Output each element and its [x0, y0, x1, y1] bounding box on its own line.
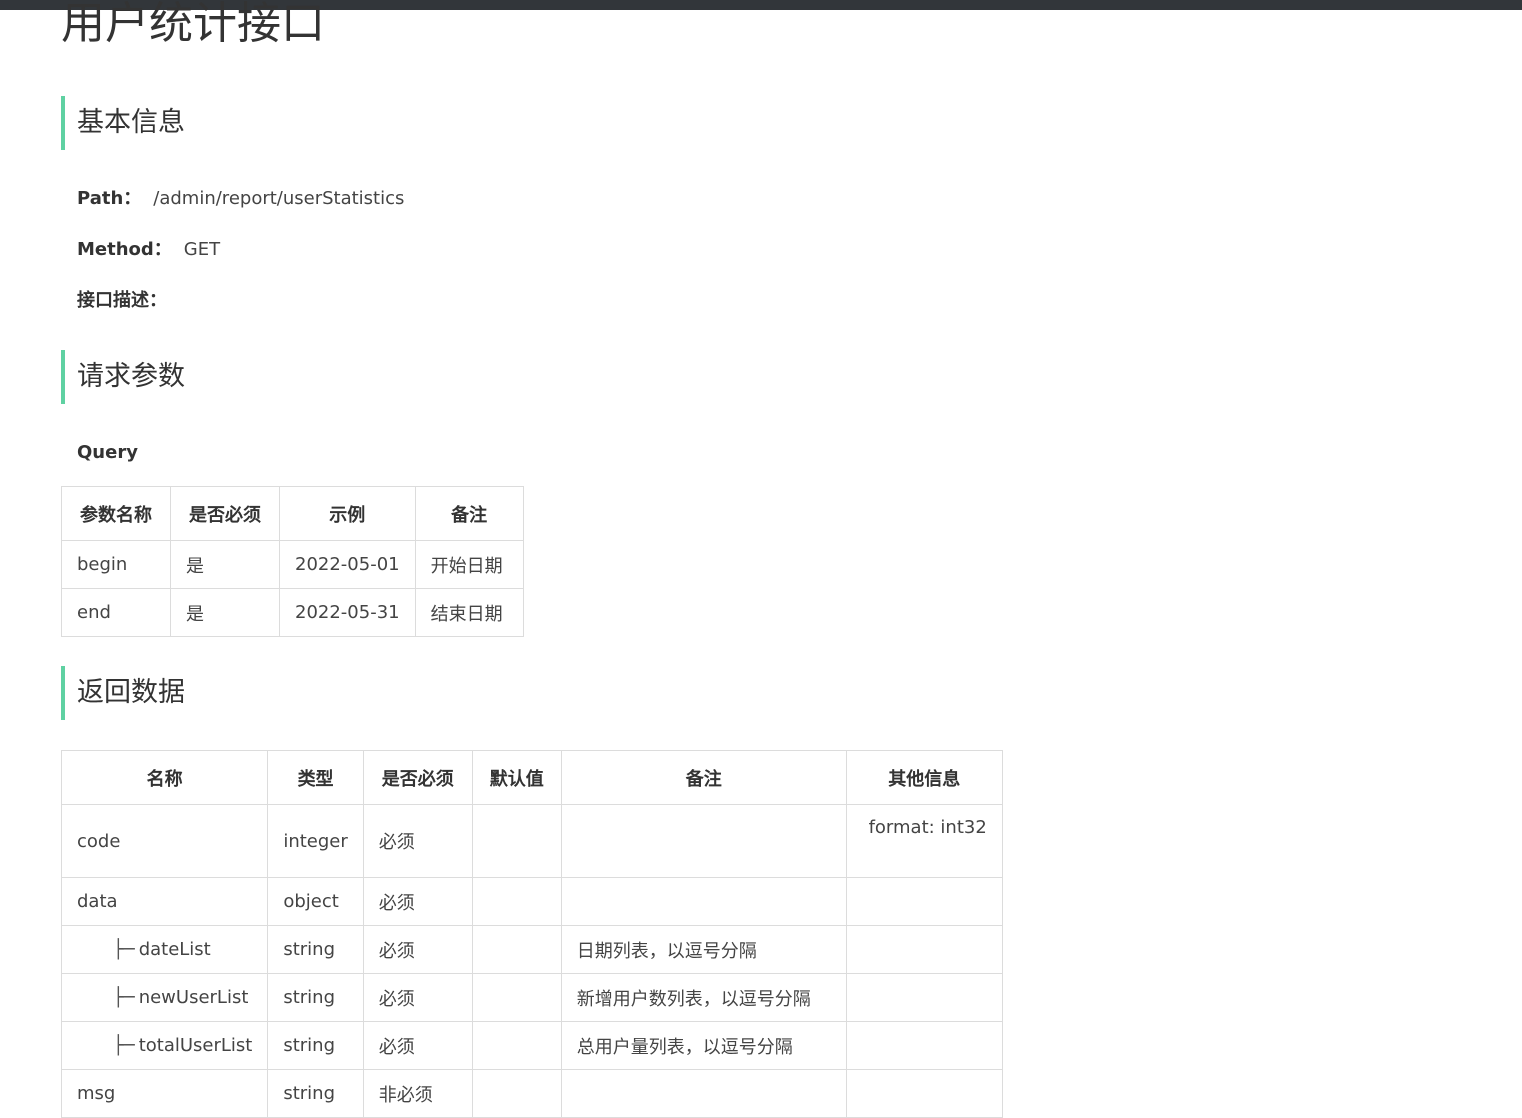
col-type: 类型: [267, 750, 364, 805]
col-required: 是否必须: [362, 750, 473, 805]
table-row: end 是 2022-05-31 结束日期: [61, 588, 524, 637]
param-example: 2022-05-31: [279, 588, 416, 637]
field-required: 必须: [362, 877, 473, 926]
table-row: ├─ newUserList string 必须 新增用户数列表，以逗号分隔: [60, 973, 1003, 1022]
field-required: 非必须: [362, 1069, 473, 1118]
param-required: 是: [170, 540, 280, 589]
path-label: Path：: [77, 188, 142, 209]
field-type: integer: [267, 804, 364, 878]
section-heading-request-params: 请求参数: [61, 350, 185, 404]
param-note: 开始日期: [414, 540, 524, 589]
field-name: msg: [60, 1069, 269, 1118]
col-note: 备注: [560, 750, 847, 805]
field-type: string: [267, 1021, 364, 1070]
field-name-cell: ├─ dateList: [60, 925, 269, 974]
field-type: string: [267, 973, 364, 1022]
param-required: 是: [170, 588, 280, 637]
section-heading-basic-info: 基本信息: [61, 96, 185, 150]
field-type: string: [267, 925, 364, 974]
table-header-row: 参数名称 是否必须 示例 备注: [61, 486, 524, 541]
field-note: 日期列表，以逗号分隔: [560, 925, 847, 974]
table-row: data object 必须: [60, 877, 1003, 926]
section-heading-response-data: 返回数据: [61, 666, 185, 720]
field-name-indented: ├─ totalUserList: [77, 1035, 252, 1056]
page-title: 用户统计接口: [61, 0, 325, 49]
field-note: [560, 804, 847, 878]
field-other-info: [845, 877, 1003, 926]
field-default: [471, 925, 562, 974]
param-example: 2022-05-01: [279, 540, 416, 589]
field-other-info: [845, 973, 1003, 1022]
field-other-info: format: int32: [845, 804, 1003, 878]
field-other-info: [845, 925, 1003, 974]
method-label: Method：: [77, 239, 172, 260]
field-required: 必须: [362, 804, 473, 878]
field-other-info: [845, 1069, 1003, 1118]
field-note: 总用户量列表，以逗号分隔: [560, 1021, 847, 1070]
tree-branch-icon: ├─: [113, 939, 135, 960]
field-note: [560, 877, 847, 926]
description-line: 接口描述：: [77, 288, 167, 314]
field-type: object: [267, 877, 364, 926]
param-name: begin: [61, 540, 171, 589]
path-value: /admin/report/userStatistics: [153, 188, 405, 209]
field-note: [560, 1069, 847, 1118]
field-name: dateList: [138, 939, 211, 960]
method-value: GET: [183, 239, 221, 260]
field-name: newUserList: [138, 987, 249, 1008]
query-params-table: 参数名称 是否必须 示例 备注 begin 是 2022-05-01 开始日期 …: [61, 486, 524, 637]
col-other-info: 其他信息: [845, 750, 1003, 805]
field-default: [471, 973, 562, 1022]
field-default: [471, 877, 562, 926]
table-header-row: 名称 类型 是否必须 默认值 备注 其他信息: [60, 750, 1003, 805]
param-note: 结束日期: [414, 588, 524, 637]
field-note: 新增用户数列表，以逗号分隔: [560, 973, 847, 1022]
table-row: begin 是 2022-05-01 开始日期: [61, 540, 524, 589]
param-name: end: [61, 588, 171, 637]
field-default: [471, 1021, 562, 1070]
table-row: ├─ dateList string 必须 日期列表，以逗号分隔: [60, 925, 1003, 974]
field-name-indented: ├─ newUserList: [77, 987, 248, 1008]
field-name-cell: ├─ newUserList: [60, 973, 269, 1022]
path-line: Path： /admin/report/userStatistics: [77, 186, 404, 212]
field-name: code: [60, 804, 269, 878]
field-name: data: [60, 877, 269, 926]
field-name-cell: ├─ totalUserList: [60, 1021, 269, 1070]
field-required: 必须: [362, 1021, 473, 1070]
field-name: totalUserList: [138, 1035, 253, 1056]
col-param-name: 参数名称: [61, 486, 171, 541]
table-row: code integer 必须 format: int32: [60, 804, 1003, 878]
tree-branch-icon: ├─: [113, 1035, 135, 1056]
field-name-indented: ├─ dateList: [77, 939, 211, 960]
field-type: string: [267, 1069, 364, 1118]
col-name: 名称: [60, 750, 269, 805]
field-required: 必须: [362, 973, 473, 1022]
method-line: Method： GET: [77, 237, 220, 263]
response-data-table: 名称 类型 是否必须 默认值 备注 其他信息 code integer 必须 f…: [60, 750, 1003, 1118]
api-doc-page: 用户统计接口 基本信息 Path： /admin/report/userStati…: [0, 0, 1522, 1118]
col-note: 备注: [414, 486, 524, 541]
table-row: msg string 非必须: [60, 1069, 1003, 1118]
table-row: ├─ totalUserList string 必须 总用户量列表，以逗号分隔: [60, 1021, 1003, 1070]
query-label: Query: [77, 442, 138, 463]
field-default: [471, 1069, 562, 1118]
field-other-info: [845, 1021, 1003, 1070]
col-default: 默认值: [471, 750, 562, 805]
field-required: 必须: [362, 925, 473, 974]
description-label: 接口描述：: [77, 290, 167, 311]
col-required: 是否必须: [170, 486, 280, 541]
tree-branch-icon: ├─: [113, 987, 135, 1008]
field-default: [471, 804, 562, 878]
col-example: 示例: [279, 486, 416, 541]
